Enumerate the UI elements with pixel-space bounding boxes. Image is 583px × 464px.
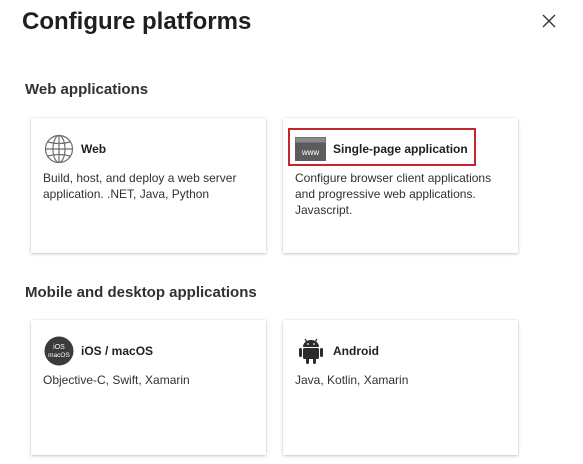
browser-window-icon: www	[295, 133, 326, 164]
ios-macos-icon: iOS macOS	[43, 335, 74, 366]
card-title: Web	[81, 141, 107, 156]
platform-card-single-page-application[interactable]: www Single-page application Configure br…	[283, 118, 518, 253]
panel-title: Configure platforms	[22, 8, 252, 35]
browser-window-icon-text: www	[301, 148, 320, 157]
platform-card-web[interactable]: Web Build, host, and deploy a web server…	[31, 118, 266, 253]
section-title-mobile-desktop-applications: Mobile and desktop applications	[25, 284, 257, 301]
card-header: iOS macOS iOS / macOS	[43, 335, 153, 366]
card-header: Android	[295, 335, 379, 366]
platform-card-ios-macos[interactable]: iOS macOS iOS / macOS Objective-C, Swift…	[31, 320, 266, 455]
macos-icon-text: macOS	[48, 352, 70, 359]
card-title: Single-page application	[333, 141, 468, 156]
section-title-web-applications: Web applications	[25, 81, 149, 98]
card-description: Configure browser client applications an…	[295, 171, 492, 217]
android-icon	[295, 335, 326, 366]
card-header: www Single-page application	[295, 133, 468, 164]
close-button[interactable]	[536, 8, 562, 34]
close-icon	[542, 14, 556, 28]
configure-platforms-panel: Configure platforms Web applications Web…	[0, 0, 583, 464]
card-description: Objective-C, Swift, Xamarin	[43, 373, 190, 387]
card-title: iOS / macOS	[81, 343, 154, 358]
card-title: Android	[333, 343, 379, 358]
platform-card-android[interactable]: Android Java, Kotlin, Xamarin	[283, 320, 518, 455]
card-description: Build, host, and deploy a web server app…	[43, 171, 237, 201]
card-header: Web	[43, 133, 106, 164]
globe-icon	[43, 133, 74, 164]
card-description: Java, Kotlin, Xamarin	[295, 373, 409, 387]
ios-icon-text: iOS	[53, 344, 65, 351]
